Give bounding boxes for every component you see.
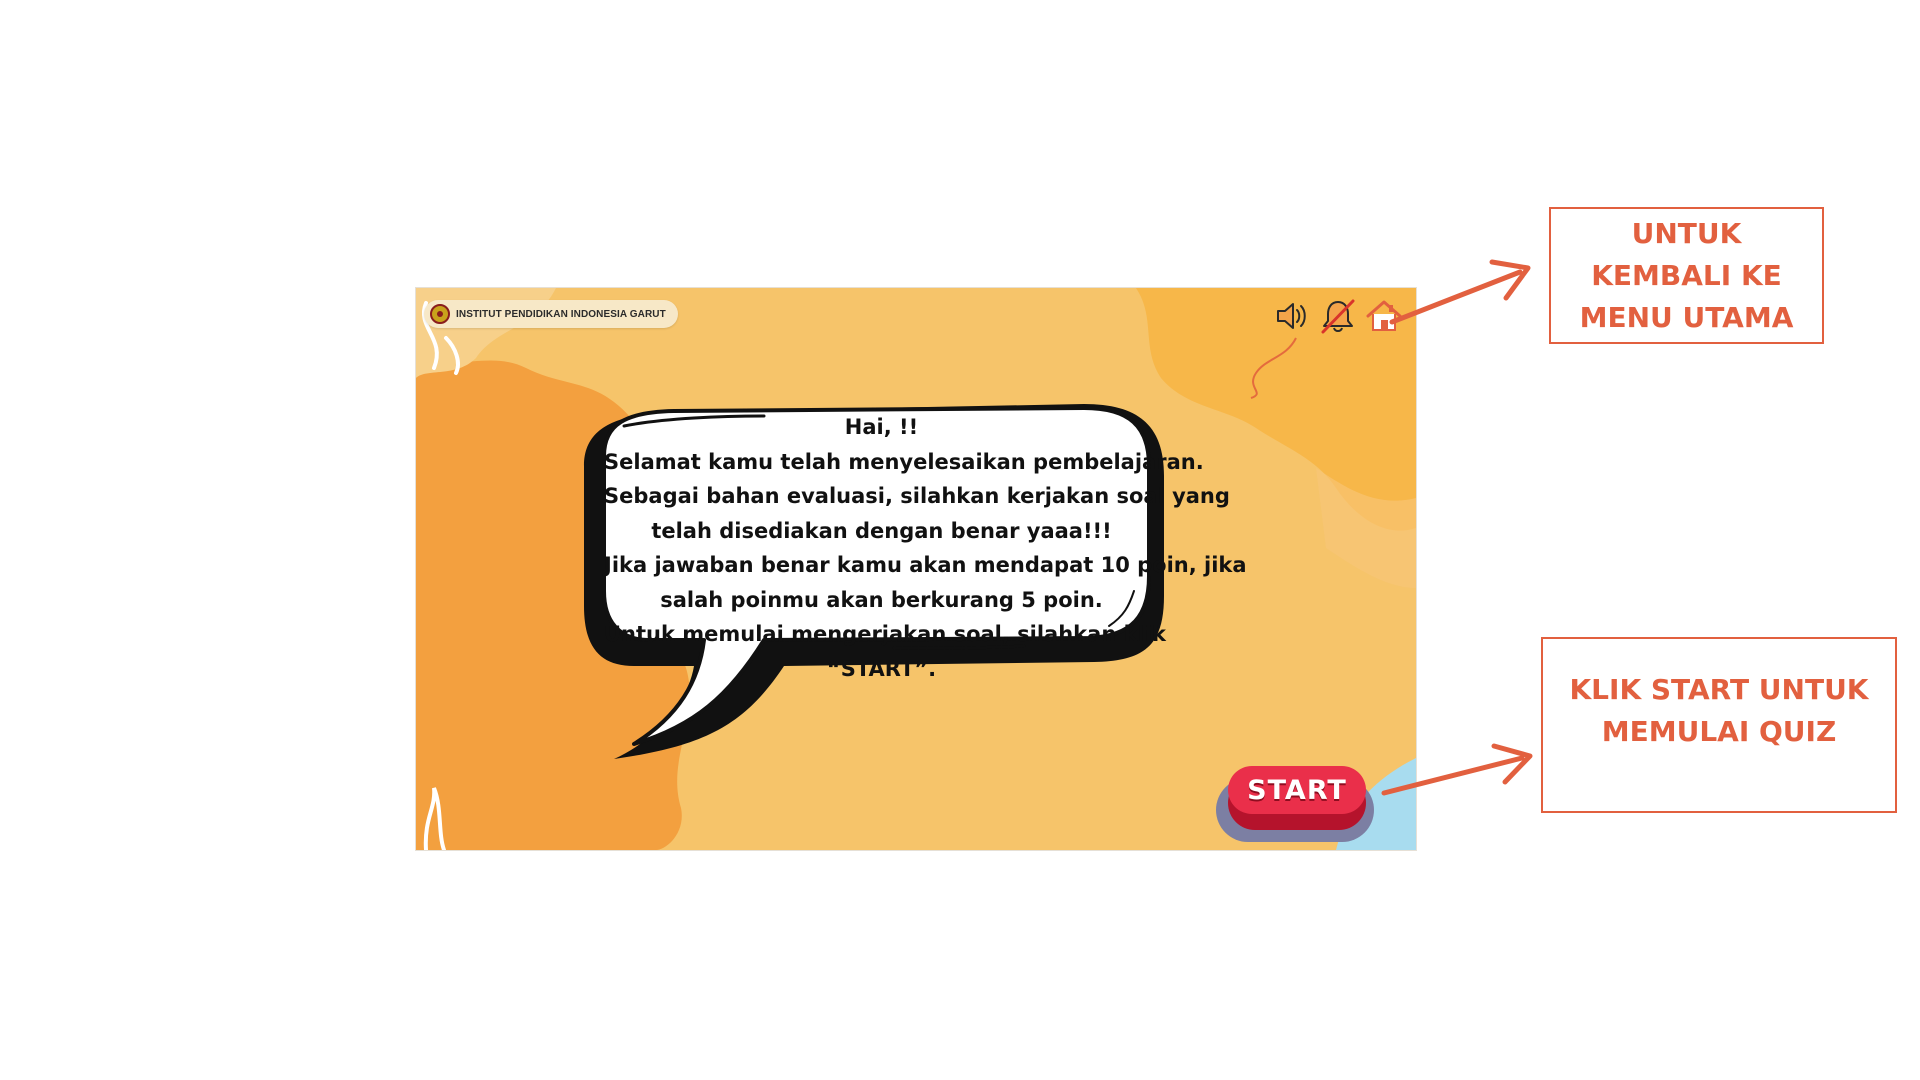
top-toolbar — [1272, 296, 1404, 336]
bubble-line: Untuk memulai mengerjakan soal, silahkan… — [604, 622, 1166, 646]
bubble-line: “START”. — [826, 656, 937, 681]
home-callout: UNTUK KEMBALI KE MENU UTAMA — [1549, 207, 1824, 344]
start-button[interactable]: START — [1216, 766, 1374, 842]
bubble-line: Jika jawaban benar kamu akan mendapat 10… — [604, 553, 1247, 577]
start-callout: KLIK START UNTUK MEMULAI QUIZ — [1541, 637, 1897, 813]
institution-logo: INSTITUT PENDIDIKAN INDONESIA GARUT — [424, 300, 678, 328]
bubble-line: Selamat kamu telah menyelesaikan pembela… — [604, 449, 1204, 474]
callout-line: UNTUK — [1631, 217, 1742, 250]
bell-off-icon[interactable] — [1318, 296, 1358, 336]
screen: INSTITUT PENDIDIKAN INDONESIA GARUT Hai,… — [0, 0, 1920, 1080]
callout-line: MENU UTAMA — [1579, 301, 1794, 334]
callout-line: KEMBALI KE — [1591, 259, 1782, 292]
institution-emblem-icon — [430, 304, 450, 324]
callout-line: KLIK START UNTUK — [1569, 673, 1869, 706]
speech-bubble: Hai, !! Selamat kamu telah menyelesaikan… — [564, 396, 1247, 786]
bubble-line: Sebagai bahan evaluasi, silahkan kerjaka… — [604, 484, 1230, 508]
instruction-text: Hai, !! Selamat kamu telah menyelesaikan… — [604, 410, 1247, 686]
callout-line: MEMULAI QUIZ — [1601, 715, 1837, 748]
bubble-line: Hai, !! — [844, 415, 919, 439]
start-button-label: START — [1228, 766, 1366, 814]
home-icon[interactable] — [1364, 296, 1404, 336]
bubble-line: salah poinmu akan berkurang 5 poin. — [660, 587, 1103, 612]
speaker-icon[interactable] — [1272, 296, 1312, 336]
bubble-line: telah disediakan dengan benar yaaa!!! — [651, 518, 1112, 543]
institution-name: INSTITUT PENDIDIKAN INDONESIA GARUT — [456, 308, 666, 320]
game-frame: INSTITUT PENDIDIKAN INDONESIA GARUT Hai,… — [415, 287, 1417, 851]
